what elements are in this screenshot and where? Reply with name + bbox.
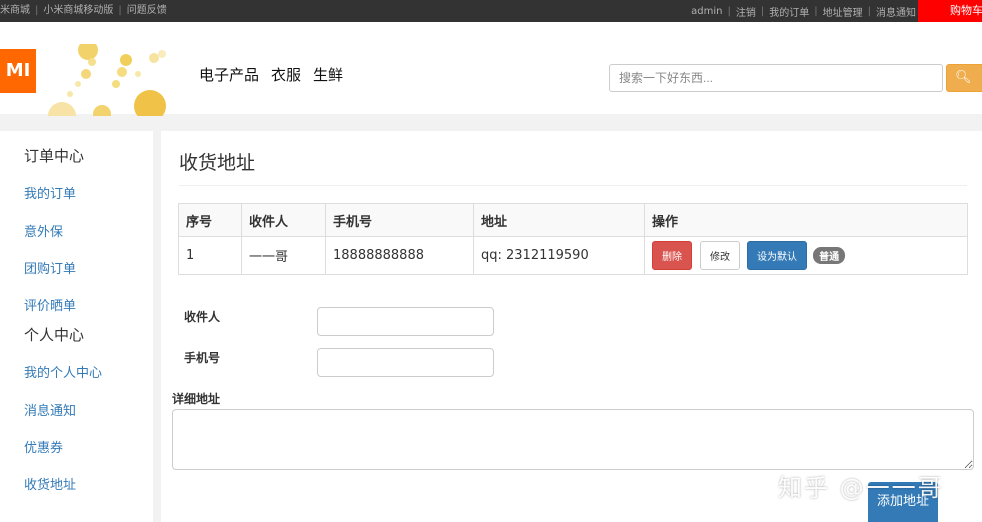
address-detail-label: 详细地址 [172, 392, 221, 406]
decorative-dots-image [48, 44, 166, 116]
separator: | [118, 5, 122, 16]
recipient-input[interactable] [317, 307, 494, 336]
status-badge: 普通 [813, 247, 846, 264]
top-link-address-manage[interactable]: 地址管理 [823, 4, 863, 19]
edit-button[interactable]: 修改 [700, 241, 740, 270]
cell-actions: 删除 修改 设为默认 普通 [644, 236, 968, 275]
search-input[interactable] [609, 64, 943, 92]
cell-index: 1 [178, 236, 242, 275]
sidebar-item-my-personal-center[interactable]: 我的个人中心 [24, 362, 102, 381]
separator: | [814, 5, 818, 17]
top-link-feedback[interactable]: 问题反馈 [127, 5, 167, 17]
phone-label: 手机号 [184, 351, 221, 365]
sidebar-item-shipping-address[interactable]: 收货地址 [24, 474, 76, 493]
column-header-phone: 手机号 [325, 203, 474, 237]
sidebar-item-my-orders[interactable]: 我的订单 [24, 183, 76, 202]
cell-phone: 18888888888 [325, 236, 474, 275]
separator: | [760, 5, 765, 17]
top-link-mi-store[interactable]: 米商城 [0, 5, 30, 17]
column-header-recipient: 收件人 [241, 203, 326, 237]
address-table: 序号 收件人 手机号 地址 操作 1 一一哥 18888888888 qq: 2… [178, 203, 968, 275]
top-link-my-orders[interactable]: 我的订单 [769, 4, 809, 19]
top-link-mobile-store[interactable]: 小米商城移动版 [43, 5, 113, 17]
table-row: 1 一一哥 18888888888 qq: 2312119590 删除 修改 设为默… [178, 236, 968, 275]
delete-button[interactable]: 删除 [652, 241, 692, 270]
sidebar-item-reviews[interactable]: 评价晒单 [24, 295, 76, 314]
top-bar: 米商城 | 小米商城移动版 | 问题反馈 admin | 注销 | 我的订单 |… [0, 0, 982, 22]
header: MI 电子产品 衣服 生鲜 🔍︎ 搜 [0, 22, 982, 116]
sidebar-item-group-orders[interactable]: 团购订单 [24, 258, 76, 277]
top-bar-right-links: admin | 注销 | 我的订单 | 地址管理 | 消息通知 [691, 0, 916, 22]
search-button-label: 搜 [955, 96, 969, 111]
separator: | [35, 5, 39, 16]
top-bar-left-links: 米商城 | 小米商城移动版 | 问题反馈 [0, 0, 167, 22]
cell-recipient: 一一哥 [241, 236, 326, 275]
sidebar-item-coupons[interactable]: 优惠券 [24, 437, 63, 456]
set-default-button[interactable]: 设为默认 [747, 241, 807, 270]
search-icon: 🔍︎ [955, 70, 972, 85]
sidebar-heading-personal-center: 个人中心 [24, 326, 85, 344]
page-title: 收货地址 [179, 152, 256, 174]
category-nav: 电子产品 衣服 生鲜 [199, 64, 343, 85]
sidebar: 订单中心 我的订单 意外保 团购订单 评价晒单 个人中心 我的个人中心 消息通知… [0, 131, 153, 522]
nav-item-fresh-food[interactable]: 生鲜 [313, 64, 343, 85]
cell-address: qq: 2312119590 [473, 236, 645, 275]
nav-item-clothing[interactable]: 衣服 [271, 64, 301, 85]
mi-logo[interactable]: MI [0, 49, 36, 93]
column-header-address: 地址 [473, 203, 645, 237]
sidebar-item-messages[interactable]: 消息通知 [24, 400, 76, 419]
address-detail-textarea[interactable] [172, 409, 974, 470]
main-panel: 收货地址 序号 收件人 手机号 地址 操作 1 一一哥 18888888888 … [161, 131, 982, 522]
sidebar-heading-order-center: 订单中心 [24, 147, 85, 165]
table-header-row: 序号 收件人 手机号 地址 操作 [178, 203, 968, 237]
column-header-actions: 操作 [644, 203, 968, 237]
separator: | [867, 5, 871, 17]
watermark: 知乎 @一一哥 [778, 474, 944, 502]
recipient-label: 收件人 [184, 310, 221, 324]
column-header-index: 序号 [178, 203, 242, 237]
nav-item-electronics[interactable]: 电子产品 [199, 64, 259, 85]
sidebar-item-insurance[interactable]: 意外保 [24, 221, 63, 240]
cart-button[interactable]: 购物车 [918, 0, 982, 22]
top-link-logout[interactable]: 注销 [736, 4, 756, 19]
top-link-username[interactable]: admin [691, 6, 722, 17]
separator: | [727, 5, 731, 17]
divider [179, 185, 967, 186]
search-button[interactable]: 🔍︎ 搜 [946, 64, 982, 111]
phone-input[interactable] [317, 348, 494, 377]
top-link-messages[interactable]: 消息通知 [876, 4, 916, 19]
